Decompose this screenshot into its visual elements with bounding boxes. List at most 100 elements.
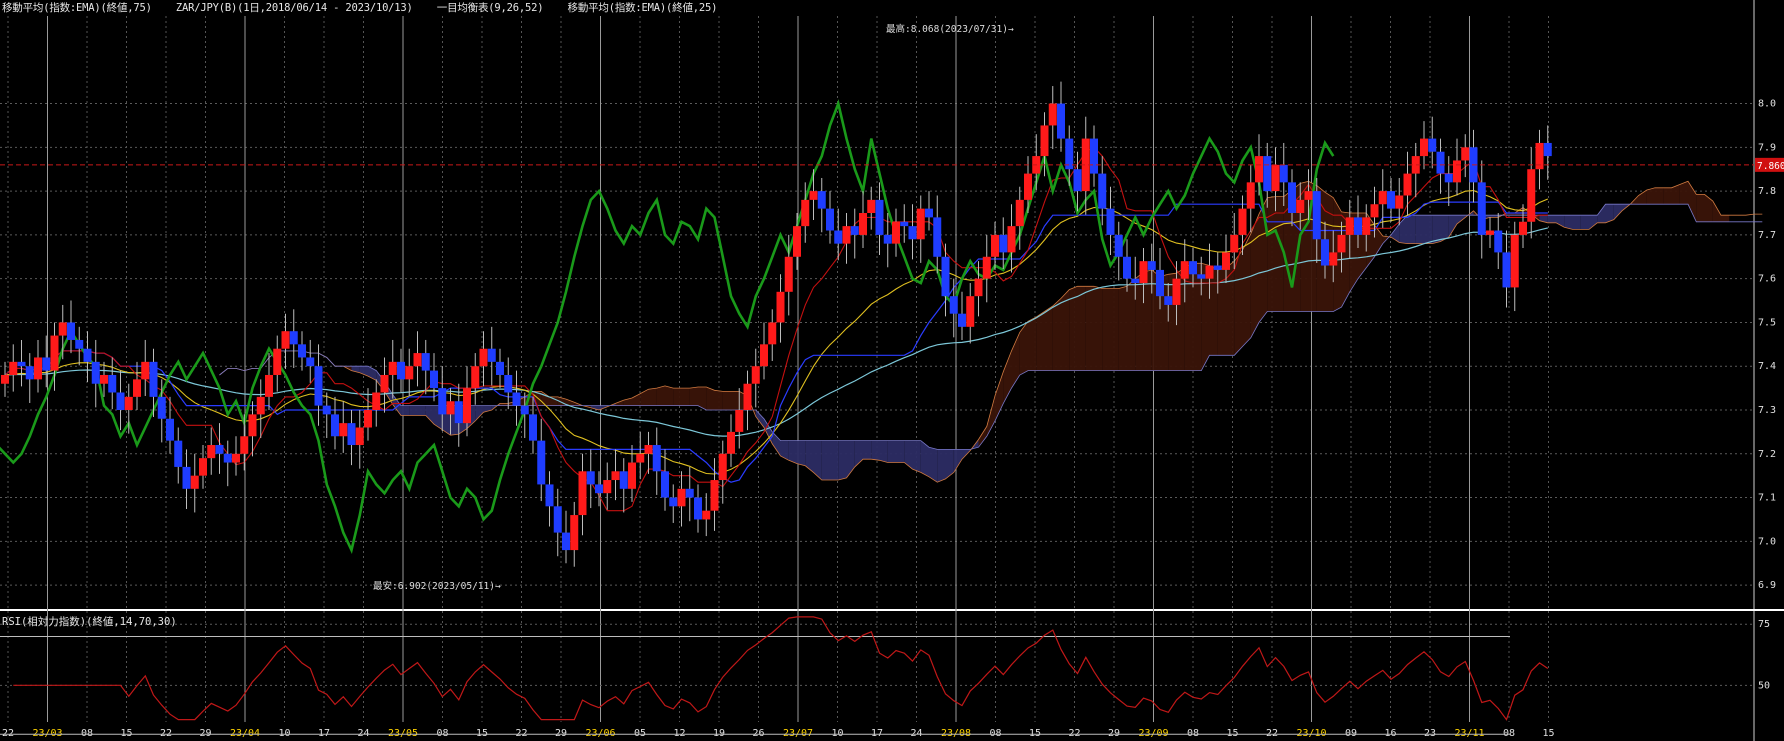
candle-body — [1040, 125, 1049, 157]
candle-body — [1263, 156, 1272, 192]
candle-body — [1123, 256, 1131, 279]
candle-body — [1230, 234, 1239, 253]
candle-body — [859, 213, 867, 235]
candle-body — [1519, 221, 1527, 235]
candle-body — [545, 484, 554, 507]
candle-body — [586, 471, 595, 485]
kumo-segment — [813, 440, 822, 481]
candle-body — [801, 199, 810, 227]
x-tick-label: 08 — [81, 728, 93, 739]
candle-body — [982, 256, 991, 279]
candle-body — [116, 392, 125, 410]
kumo-segment — [648, 388, 657, 406]
candle-body — [768, 322, 777, 345]
candle-body — [174, 440, 183, 467]
candle-body — [628, 462, 636, 489]
x-tick-label: 17 — [871, 728, 883, 739]
x-tick-label: 19 — [713, 728, 725, 739]
x-tick-label: 22 — [515, 728, 527, 739]
x-tick-label: 15 — [1226, 728, 1238, 739]
candle-body — [58, 322, 67, 336]
candle-body — [1222, 252, 1230, 270]
candle-body — [388, 361, 397, 375]
kumo-segment — [1275, 196, 1284, 312]
candle-body — [1131, 278, 1140, 284]
candle-body — [157, 396, 166, 419]
candle-body — [735, 410, 744, 432]
kumo-segment — [788, 440, 797, 464]
candle-body — [1321, 239, 1329, 266]
candle-body — [298, 344, 306, 358]
candle-body — [685, 488, 694, 498]
candle-body — [1015, 199, 1024, 227]
rsi-tick-label: 50 — [1758, 680, 1770, 691]
kumo-segment — [797, 440, 806, 466]
x-tick-label: 05 — [634, 728, 646, 739]
candle-body — [1172, 278, 1181, 305]
candle-body — [570, 515, 579, 551]
x-tick-label: 23/09 — [1138, 728, 1168, 739]
chart-window: 8.0 7.9 7.8 7.7 7.6 7.5 7.4 7.3 7.2 7.1 7.0 6.9 22 23… — [0, 0, 1784, 741]
candle-body — [438, 388, 447, 415]
ema25-label: 移動平均(指数:EMA)(終値,25) — [567, 2, 718, 14]
candle-body — [248, 414, 257, 437]
candle-body — [1189, 261, 1197, 275]
candle-body — [1362, 217, 1371, 235]
y-tick-label: 7.9 — [1758, 142, 1776, 153]
x-tick-label: 08 — [436, 728, 448, 739]
candle-body — [1271, 164, 1280, 192]
candle-body — [108, 374, 117, 393]
candle-body — [1494, 230, 1503, 253]
kumo-segment — [1589, 215, 1598, 230]
kumo-segment — [805, 440, 814, 473]
x-tick-label: 23/04 — [230, 728, 260, 739]
kumo-segment — [1696, 194, 1705, 222]
y-tick-label: 7.4 — [1758, 361, 1776, 372]
candle-body — [1337, 234, 1346, 253]
candle-body — [50, 335, 59, 371]
kumo-segment — [1407, 215, 1416, 244]
candle-body — [1024, 173, 1032, 200]
kumo-segment — [772, 431, 781, 456]
kumo-segment — [1044, 306, 1053, 371]
candle-body — [273, 348, 282, 375]
x-tick-label: 22 — [1266, 728, 1278, 739]
candle-body — [1304, 191, 1313, 200]
candle-body — [916, 208, 925, 240]
candle-body — [149, 361, 158, 397]
candle-body — [941, 256, 950, 297]
rsi-header: RSI(相対力指数)(終値,14,70,30) — [2, 616, 177, 628]
candle-body — [652, 445, 661, 472]
candle-body — [636, 453, 645, 463]
candle-body — [1543, 142, 1552, 157]
y-tick-label: 7.6 — [1758, 274, 1776, 285]
kumo-segment — [417, 405, 426, 416]
candle-body — [603, 480, 612, 494]
y-tick-label: 8.0 — [1758, 99, 1776, 110]
candle-body — [562, 532, 570, 551]
candle-body — [265, 374, 273, 397]
kumo-segment — [1019, 321, 1028, 375]
x-tick-label: 22 — [2, 728, 14, 739]
candle-body — [1329, 252, 1338, 266]
candle-body — [933, 217, 942, 257]
candle-body — [1436, 151, 1445, 174]
x-tick-label: 23/10 — [1296, 728, 1326, 739]
kumo-segment — [1209, 265, 1218, 356]
candle-body — [619, 471, 628, 489]
kumo-segment — [995, 371, 1004, 421]
y-tick-label: 7.1 — [1758, 493, 1776, 504]
candle-body — [908, 226, 917, 240]
candle-body — [17, 361, 26, 367]
candle-body — [1205, 265, 1214, 279]
ema75-label: 移動平均(指数:EMA)(終値,75) — [2, 2, 152, 14]
candle-body — [34, 357, 42, 380]
candle-body — [776, 291, 785, 323]
candle-body — [289, 331, 298, 345]
high-annotation: 最高:8.068(2023/07/31)→ — [886, 24, 1014, 35]
kumo-segment — [714, 390, 723, 410]
candle-body — [166, 418, 174, 441]
x-tick-label: 15 — [476, 728, 488, 739]
candle-body — [463, 388, 471, 424]
candle-body — [694, 497, 702, 520]
